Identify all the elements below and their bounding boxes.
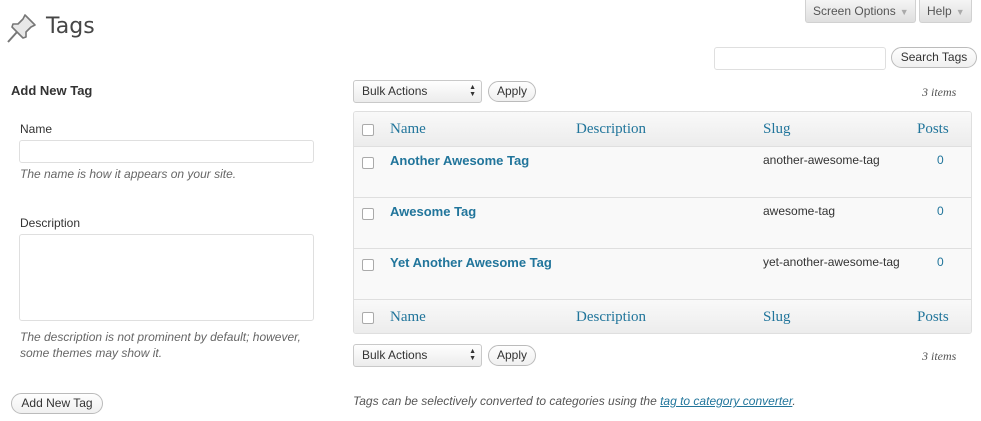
tag-name-link[interactable]: Another Awesome Tag xyxy=(390,153,529,168)
table-footer: Name Description Slug Posts xyxy=(354,299,971,333)
items-count-top: 3 items xyxy=(922,85,957,99)
description-hint: The description is not prominent by defa… xyxy=(20,329,301,361)
row-checkbox[interactable] xyxy=(362,259,374,271)
tag-posts-count[interactable]: 0 xyxy=(937,204,944,218)
row-checkbox[interactable] xyxy=(362,208,374,220)
help-tab[interactable]: Help ▼ xyxy=(919,0,972,23)
apply-button-bottom[interactable]: Apply xyxy=(488,345,536,366)
name-label: Name xyxy=(20,122,53,136)
bulk-actions-select-top[interactable]: Bulk Actions ▲ ▼ xyxy=(353,80,482,103)
column-description-footer[interactable]: Description xyxy=(576,309,646,326)
table-row: Yet Another Awesome Tag yet-another-awes… xyxy=(354,249,971,300)
add-new-tag-button[interactable]: Add New Tag xyxy=(11,393,103,414)
search-tags-button[interactable]: Search Tags xyxy=(891,47,977,68)
screen-options-label: Screen Options xyxy=(813,4,896,18)
table-row: Awesome Tag awesome-tag 0 xyxy=(354,198,971,249)
select-all-checkbox-bottom[interactable] xyxy=(362,312,374,324)
column-posts-footer[interactable]: Posts xyxy=(917,309,949,326)
column-description-header[interactable]: Description xyxy=(576,121,646,138)
bulk-actions-selected: Bulk Actions xyxy=(362,84,428,98)
description-hint-line2: some themes may show it. xyxy=(20,346,163,360)
bulk-actions-selected: Bulk Actions xyxy=(362,348,428,362)
tag-posts-count[interactable]: 0 xyxy=(937,255,944,269)
column-name-footer[interactable]: Name xyxy=(390,309,426,326)
column-slug-footer[interactable]: Slug xyxy=(763,309,791,326)
select-all-checkbox[interactable] xyxy=(362,124,374,136)
tag-description-input[interactable] xyxy=(19,234,314,321)
name-hint: The name is how it appears on your site. xyxy=(20,167,237,181)
column-slug-header[interactable]: Slug xyxy=(763,121,791,138)
dropdown-arrow-icon: ▼ xyxy=(899,7,909,17)
table-header: Name Description Slug Posts xyxy=(354,112,971,147)
add-new-tag-heading: Add New Tag xyxy=(11,83,93,98)
description-hint-line1: The description is not prominent by defa… xyxy=(20,330,301,344)
apply-button-top[interactable]: Apply xyxy=(488,81,536,102)
tag-name-input[interactable] xyxy=(19,140,314,163)
converter-note-suffix: . xyxy=(792,394,796,408)
row-checkbox[interactable] xyxy=(362,157,374,169)
screen-options-tab[interactable]: Screen Options ▼ xyxy=(805,0,916,23)
dropdown-arrow-icon: ▼ xyxy=(955,7,965,17)
items-count-bottom: 3 items xyxy=(922,349,957,363)
help-label: Help xyxy=(927,4,952,18)
search-input[interactable] xyxy=(714,47,886,70)
dropdown-arrow-icon: ▲ ▼ xyxy=(469,348,476,362)
table-row: Another Awesome Tag another-awesome-tag … xyxy=(354,147,971,198)
bulk-actions-select-bottom[interactable]: Bulk Actions ▲ ▼ xyxy=(353,344,482,367)
tag-to-category-converter-link[interactable]: tag to category converter xyxy=(660,394,792,408)
dropdown-arrow-icon: ▲ ▼ xyxy=(469,84,476,98)
tag-slug: another-awesome-tag xyxy=(763,153,880,167)
tags-table: Name Description Slug Posts Another Awes… xyxy=(353,111,972,334)
column-name-header[interactable]: Name xyxy=(390,121,426,138)
tag-slug: yet-another-awesome-tag xyxy=(763,255,900,269)
tag-name-link[interactable]: Yet Another Awesome Tag xyxy=(390,255,552,270)
tag-name-link[interactable]: Awesome Tag xyxy=(390,204,476,219)
description-label: Description xyxy=(20,216,81,230)
page-title: Tags xyxy=(46,14,95,39)
pushpin-icon xyxy=(7,14,36,43)
tag-slug: awesome-tag xyxy=(763,204,836,218)
tag-posts-count[interactable]: 0 xyxy=(937,153,944,167)
converter-note: Tags can be selectively converted to cat… xyxy=(353,394,796,408)
converter-note-prefix: Tags can be selectively converted to cat… xyxy=(353,394,661,408)
column-posts-header[interactable]: Posts xyxy=(917,121,949,138)
